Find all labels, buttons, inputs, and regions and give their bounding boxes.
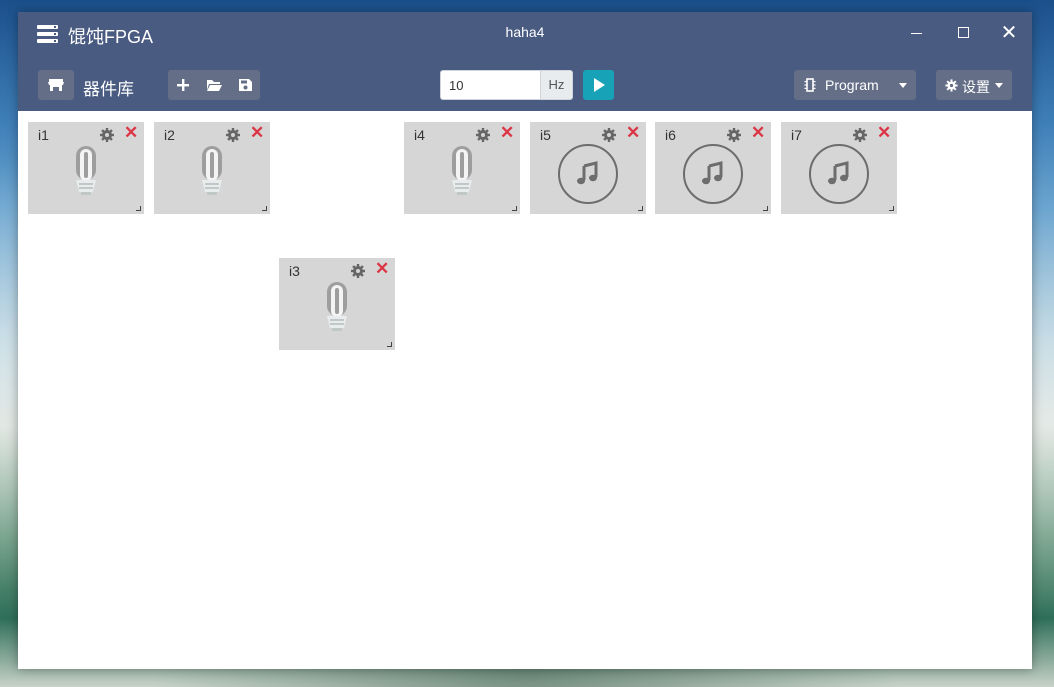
- component-id: i5: [540, 127, 551, 143]
- resize-handle[interactable]: [136, 206, 141, 211]
- gear-icon[interactable]: [601, 127, 617, 143]
- music-note-icon: [530, 144, 646, 206]
- resize-handle[interactable]: [889, 206, 894, 211]
- close-icon[interactable]: ✕: [626, 123, 640, 143]
- component-id: i1: [38, 127, 49, 143]
- resize-handle[interactable]: [638, 206, 643, 211]
- close-icon[interactable]: ✕: [877, 123, 891, 143]
- gear-icon[interactable]: [225, 127, 241, 143]
- component-card[interactable]: i6 ✕: [655, 122, 771, 214]
- resize-handle[interactable]: [763, 206, 768, 211]
- library-label: 器件库: [83, 80, 134, 99]
- gear-icon[interactable]: [726, 127, 742, 143]
- music-note-icon: [781, 144, 897, 206]
- open-button[interactable]: [199, 70, 229, 100]
- gear-icon[interactable]: [350, 263, 366, 279]
- settings-dropdown[interactable]: 设置: [936, 70, 1012, 100]
- title-bar[interactable]: 馄饨FPGA haha4 ✕: [18, 12, 1032, 56]
- save-icon: [239, 79, 252, 91]
- component-id: i3: [289, 263, 300, 279]
- file-actions-group: [168, 70, 260, 100]
- bulb-icon: [28, 144, 144, 206]
- close-icon[interactable]: ✕: [375, 259, 389, 279]
- folder-open-icon: [207, 80, 222, 91]
- app-window: 馄饨FPGA haha4 ✕ 器件库 10 Hz Program 设置 i1 ✕…: [18, 12, 1032, 669]
- minimize-button[interactable]: [902, 18, 932, 48]
- library-button[interactable]: [38, 70, 74, 100]
- resize-handle[interactable]: [387, 342, 392, 347]
- component-id: i6: [665, 127, 676, 143]
- resize-handle[interactable]: [512, 206, 517, 211]
- gear-icon[interactable]: [99, 127, 115, 143]
- program-dropdown[interactable]: Program: [794, 70, 916, 100]
- close-icon[interactable]: ✕: [250, 123, 264, 143]
- gear-icon: [945, 79, 958, 92]
- component-id: i2: [164, 127, 175, 143]
- frequency-input[interactable]: [440, 70, 540, 100]
- program-split-toggle[interactable]: [890, 70, 916, 100]
- component-id: i4: [414, 127, 425, 143]
- new-button[interactable]: [168, 70, 198, 100]
- component-card[interactable]: i3 ✕: [279, 258, 395, 350]
- store-icon: [48, 79, 64, 91]
- caret-down-icon: [995, 83, 1003, 88]
- component-card[interactable]: i2 ✕: [154, 122, 270, 214]
- settings-label: 设置: [962, 79, 990, 95]
- caret-down-icon: [899, 83, 907, 88]
- chip-icon: [804, 78, 816, 92]
- bulb-icon: [154, 144, 270, 206]
- resize-handle[interactable]: [262, 206, 267, 211]
- plus-icon: [177, 79, 189, 91]
- component-id: i7: [791, 127, 802, 143]
- workspace-canvas[interactable]: i1 ✕ i2 ✕ i4 ✕ i5 ✕ i6 ✕ i7 ✕ i3 ✕: [18, 111, 1032, 669]
- close-window-button[interactable]: ✕: [994, 18, 1024, 48]
- component-card[interactable]: i7 ✕: [781, 122, 897, 214]
- toolbar: 器件库 Hz: [18, 56, 1032, 111]
- component-card[interactable]: i4 ✕: [404, 122, 520, 214]
- component-card[interactable]: i5 ✕: [530, 122, 646, 214]
- frequency-unit: Hz: [540, 70, 573, 100]
- close-icon[interactable]: ✕: [500, 123, 514, 143]
- program-label: Program: [825, 77, 879, 93]
- bulb-icon: [279, 280, 395, 342]
- gear-icon[interactable]: [852, 127, 868, 143]
- gear-icon[interactable]: [475, 127, 491, 143]
- run-button[interactable]: [583, 70, 614, 100]
- document-title: haha4: [505, 24, 545, 40]
- component-card[interactable]: i1 ✕: [28, 122, 144, 214]
- close-icon[interactable]: ✕: [124, 123, 138, 143]
- bulb-icon: [404, 144, 520, 206]
- close-icon[interactable]: ✕: [751, 123, 765, 143]
- save-button[interactable]: [230, 70, 260, 100]
- maximize-button[interactable]: [948, 18, 978, 48]
- music-note-icon: [655, 144, 771, 206]
